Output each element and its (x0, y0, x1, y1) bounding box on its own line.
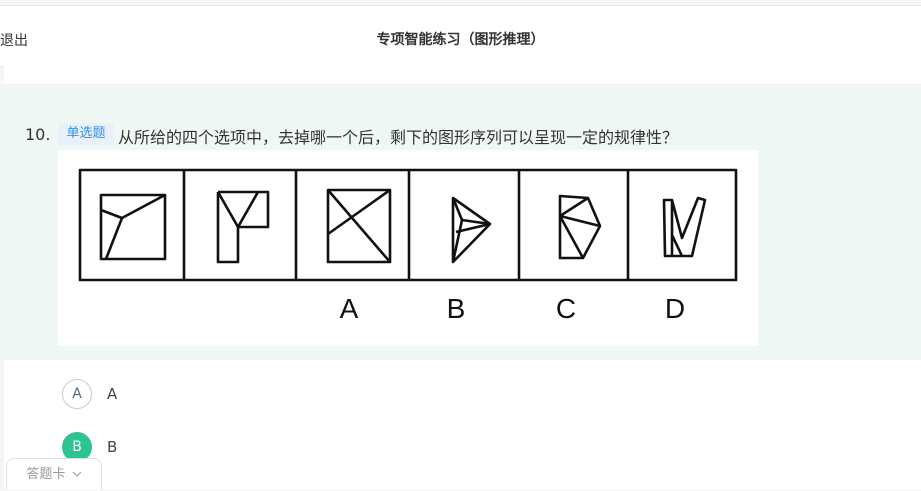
figure-sequence-image: A B C D (78, 168, 738, 324)
figure-cell-3 (326, 188, 392, 264)
chevron-down-icon (72, 471, 82, 477)
question-figure: A B C D (58, 150, 758, 346)
page-title: 专项智能练习（图形推理） (376, 32, 545, 48)
figure-cell-2 (216, 190, 270, 264)
figure-cell-5 (558, 194, 602, 260)
question-text: 从所给的四个选项中，去掉哪一个后，剩下的图形序列可以呈现一定的规律性？ (118, 128, 679, 147)
option-b-label: B (107, 438, 118, 456)
card-divider (4, 66, 921, 85)
question-number: 10. (25, 125, 51, 144)
option-a-circle[interactable]: A (62, 379, 92, 409)
figure-cell-1 (99, 193, 167, 261)
figure-cell-6 (662, 196, 707, 258)
answer-sheet-label: 答题卡 (26, 467, 66, 482)
top-bar: 退出 专项智能练习（图形推理） (0, 5, 921, 67)
figure-label-b: B (447, 293, 466, 324)
answer-sheet-button[interactable]: 答题卡 (6, 458, 102, 490)
figure-cell-4 (451, 196, 492, 264)
figure-label-c: C (556, 293, 576, 324)
option-a-label: A (107, 385, 118, 403)
figure-label-a: A (340, 293, 359, 324)
figure-label-d: D (665, 293, 685, 324)
question-type-badge: 单选题 (58, 123, 114, 145)
